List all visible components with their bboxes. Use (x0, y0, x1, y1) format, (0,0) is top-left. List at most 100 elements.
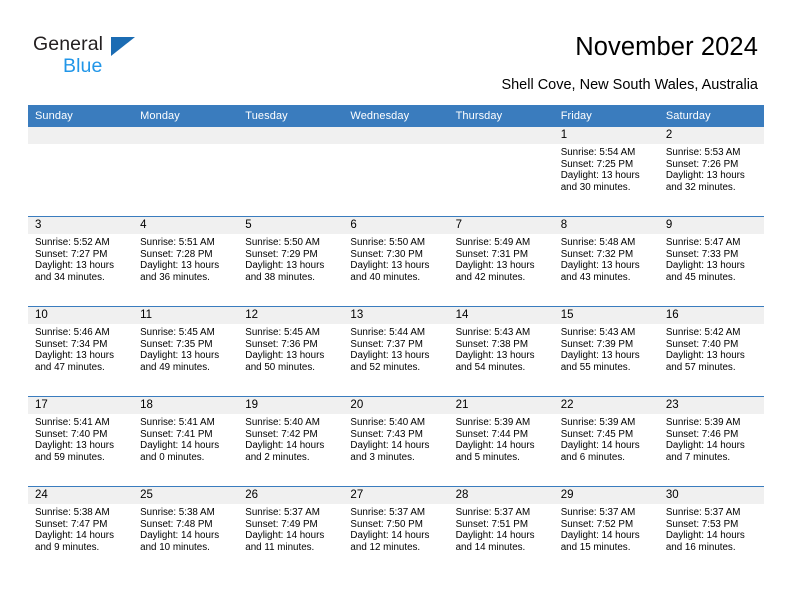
calendar-day-cell[interactable]: 8 Sunrise: 5:48 AM Sunset: 7:32 PM Daylight… (553, 216, 659, 307)
sunset-text: Sunset: 7:34 PM (35, 338, 108, 350)
sunrise-text: Sunrise: 5:38 AM (35, 507, 110, 518)
calendar-day-cell[interactable]: 19 Sunrise: 5:40 AM Sunset: 7:42 PM Dayligh… (238, 396, 344, 487)
day-cell-inner: 19 Sunrise: 5:40 AM Sunset: 7:42 PM Dayligh… (238, 397, 344, 486)
day-cell-inner: 15 Sunrise: 5:43 AM Sunset: 7:39 PM Dayligh… (553, 307, 659, 396)
calendar-week-row: 24 Sunrise: 5:38 AM Sunset: 7:47 PM Dayligh… (28, 486, 764, 576)
daylight-text-line2: and 10 minutes. (140, 541, 210, 553)
daylight-text-line2: and 43 minutes. (560, 271, 631, 283)
day-number: 11 (133, 307, 239, 324)
day-number: 19 (238, 397, 344, 414)
day-number (448, 127, 554, 144)
calendar-page: General Blue November 2024 Shell Cove, N… (0, 0, 792, 612)
calendar-day-cell[interactable]: 28 Sunrise: 5:37 AM Sunset: 7:51 PM Dayligh… (448, 486, 554, 576)
calendar-day-cell[interactable]: 23 Sunrise: 5:39 AM Sunset: 7:46 PM Dayligh… (658, 396, 764, 487)
daylight-text-line2: and 55 minutes. (560, 361, 631, 373)
calendar-day-cell[interactable]: 15 Sunrise: 5:43 AM Sunset: 7:39 PM Dayligh… (553, 306, 659, 397)
day-number: 24 (28, 487, 134, 504)
day-cell-inner: 5 Sunrise: 5:50 AM Sunset: 7:29 PM Daylight… (238, 217, 344, 306)
calendar-day-cell[interactable]: 11 Sunrise: 5:45 AM Sunset: 7:35 PM Dayligh… (133, 306, 239, 397)
sunrise-text: Sunrise: 5:37 AM (560, 507, 636, 518)
daylight-text-line1: Daylight: 14 hours (455, 530, 535, 542)
calendar-day-cell[interactable]: 10 Sunrise: 5:46 AM Sunset: 7:34 PM Dayligh… (28, 306, 134, 397)
day-details: Sunrise: 5:38 AM Sunset: 7:47 PM Daylight:… (28, 504, 133, 553)
calendar-day-cell[interactable]: 1 Sunrise: 5:54 AM Sunset: 7:25 PM Daylight… (553, 127, 659, 217)
sunset-text: Sunset: 7:51 PM (455, 518, 528, 530)
day-cell-inner: 1 Sunrise: 5:54 AM Sunset: 7:25 PM Daylight… (553, 127, 659, 216)
sunrise-text: Sunrise: 5:37 AM (665, 507, 741, 518)
daylight-text-line1: Daylight: 13 hours (665, 260, 745, 272)
sunset-text: Sunset: 7:26 PM (665, 158, 739, 170)
daylight-text-line2: and 9 minutes. (35, 541, 100, 553)
day-details: Sunrise: 5:50 AM Sunset: 7:30 PM Daylight:… (343, 234, 448, 283)
day-details: Sunrise: 5:43 AM Sunset: 7:39 PM Daylight:… (554, 324, 659, 373)
sunrise-text: Sunrise: 5:41 AM (35, 417, 110, 428)
calendar-day-cell[interactable]: 21 Sunrise: 5:39 AM Sunset: 7:44 PM Dayligh… (448, 396, 554, 487)
daylight-text-line1: Daylight: 14 hours (140, 440, 220, 452)
sunset-text: Sunset: 7:25 PM (560, 158, 634, 170)
calendar-day-cell[interactable]: 27 Sunrise: 5:37 AM Sunset: 7:50 PM Dayligh… (343, 486, 449, 576)
sunrise-text: Sunrise: 5:39 AM (665, 417, 741, 428)
day-cell-inner (448, 127, 554, 216)
calendar-day-cell[interactable]: 2 Sunrise: 5:53 AM Sunset: 7:26 PM Daylight… (658, 127, 764, 217)
sunset-text: Sunset: 7:40 PM (665, 338, 739, 350)
calendar-day-cell[interactable]: 29 Sunrise: 5:37 AM Sunset: 7:52 PM Dayligh… (553, 486, 659, 576)
daylight-text-line1: Daylight: 14 hours (665, 440, 745, 452)
calendar-day-cell[interactable]: 18 Sunrise: 5:41 AM Sunset: 7:41 PM Dayligh… (133, 396, 239, 487)
column-header-saturday: Saturday (658, 105, 764, 127)
calendar-day-cell[interactable]: 17 Sunrise: 5:41 AM Sunset: 7:40 PM Dayligh… (28, 396, 134, 487)
calendar-day-cell[interactable]: 22 Sunrise: 5:39 AM Sunset: 7:45 PM Dayligh… (553, 396, 659, 487)
brand-logo[interactable]: General Blue (33, 33, 213, 83)
sunrise-text: Sunrise: 5:45 AM (140, 327, 215, 338)
daylight-text-line1: Daylight: 13 hours (140, 260, 220, 272)
daylight-text-line2: and 54 minutes. (455, 361, 526, 373)
day-cell-inner (133, 127, 239, 216)
calendar-day-cell[interactable]: 6 Sunrise: 5:50 AM Sunset: 7:30 PM Daylight… (343, 216, 449, 307)
calendar-day-cell[interactable]: 4 Sunrise: 5:51 AM Sunset: 7:28 PM Daylight… (133, 216, 239, 307)
day-cell-inner: 29 Sunrise: 5:37 AM Sunset: 7:52 PM Dayligh… (553, 487, 659, 576)
calendar-day-cell-empty (133, 127, 239, 217)
calendar-day-cell[interactable]: 16 Sunrise: 5:42 AM Sunset: 7:40 PM Dayligh… (658, 306, 764, 397)
calendar-day-cell[interactable]: 13 Sunrise: 5:44 AM Sunset: 7:37 PM Dayligh… (343, 306, 449, 397)
column-header-sunday: Sunday (28, 105, 134, 127)
sunrise-text: Sunrise: 5:42 AM (665, 327, 741, 338)
day-cell-inner: 10 Sunrise: 5:46 AM Sunset: 7:34 PM Dayligh… (28, 307, 134, 396)
day-number (238, 127, 344, 144)
column-header-tuesday: Tuesday (238, 105, 344, 127)
sunrise-text: Sunrise: 5:43 AM (455, 327, 531, 338)
daylight-text-line2: and 2 minutes. (245, 451, 310, 463)
calendar-day-cell[interactable]: 5 Sunrise: 5:50 AM Sunset: 7:29 PM Daylight… (238, 216, 344, 307)
day-details: Sunrise: 5:45 AM Sunset: 7:35 PM Daylight:… (133, 324, 238, 373)
calendar-day-cell[interactable]: 26 Sunrise: 5:37 AM Sunset: 7:49 PM Dayligh… (238, 486, 344, 576)
sunset-text: Sunset: 7:41 PM (140, 428, 213, 440)
day-number: 17 (28, 397, 134, 414)
sunrise-text: Sunrise: 5:41 AM (140, 417, 215, 428)
triangle-icon (111, 37, 135, 56)
calendar-day-cell[interactable]: 14 Sunrise: 5:43 AM Sunset: 7:38 PM Dayligh… (448, 306, 554, 397)
calendar-day-cell[interactable]: 7 Sunrise: 5:49 AM Sunset: 7:31 PM Daylight… (448, 216, 554, 307)
day-details: Sunrise: 5:46 AM Sunset: 7:34 PM Daylight:… (28, 324, 133, 373)
day-number: 2 (658, 127, 764, 144)
calendar-day-cell-empty (448, 127, 554, 217)
sunset-text: Sunset: 7:32 PM (560, 248, 634, 260)
day-number: 5 (238, 217, 344, 234)
calendar-day-cell[interactable]: 12 Sunrise: 5:45 AM Sunset: 7:36 PM Dayligh… (238, 306, 344, 397)
day-number: 14 (448, 307, 554, 324)
page-subtitle: Shell Cove, New South Wales, Australia (501, 77, 758, 93)
calendar-day-cell[interactable]: 30 Sunrise: 5:37 AM Sunset: 7:53 PM Dayligh… (658, 486, 764, 576)
daylight-text-line1: Daylight: 13 hours (245, 350, 325, 362)
sunset-text: Sunset: 7:30 PM (350, 248, 423, 260)
daylight-text-line1: Daylight: 14 hours (560, 440, 640, 452)
calendar-day-cell[interactable]: 3 Sunrise: 5:52 AM Sunset: 7:27 PM Daylight… (28, 216, 134, 307)
daylight-text-line2: and 38 minutes. (245, 271, 315, 283)
day-cell-inner: 17 Sunrise: 5:41 AM Sunset: 7:40 PM Dayligh… (28, 397, 134, 486)
calendar-day-cell[interactable]: 24 Sunrise: 5:38 AM Sunset: 7:47 PM Dayligh… (28, 486, 134, 576)
daylight-text-line1: Daylight: 14 hours (665, 530, 745, 542)
day-details: Sunrise: 5:42 AM Sunset: 7:40 PM Daylight:… (659, 324, 764, 373)
calendar-day-cell[interactable]: 20 Sunrise: 5:40 AM Sunset: 7:43 PM Dayligh… (343, 396, 449, 487)
calendar-week-row: 10 Sunrise: 5:46 AM Sunset: 7:34 PM Dayligh… (28, 306, 764, 397)
calendar-day-cell[interactable]: 25 Sunrise: 5:38 AM Sunset: 7:48 PM Dayligh… (133, 486, 239, 576)
column-header-friday: Friday (553, 105, 659, 127)
calendar-day-cell[interactable]: 9 Sunrise: 5:47 AM Sunset: 7:33 PM Daylight… (658, 216, 764, 307)
sunrise-text: Sunrise: 5:44 AM (350, 327, 426, 338)
sunrise-text: Sunrise: 5:37 AM (245, 507, 320, 518)
